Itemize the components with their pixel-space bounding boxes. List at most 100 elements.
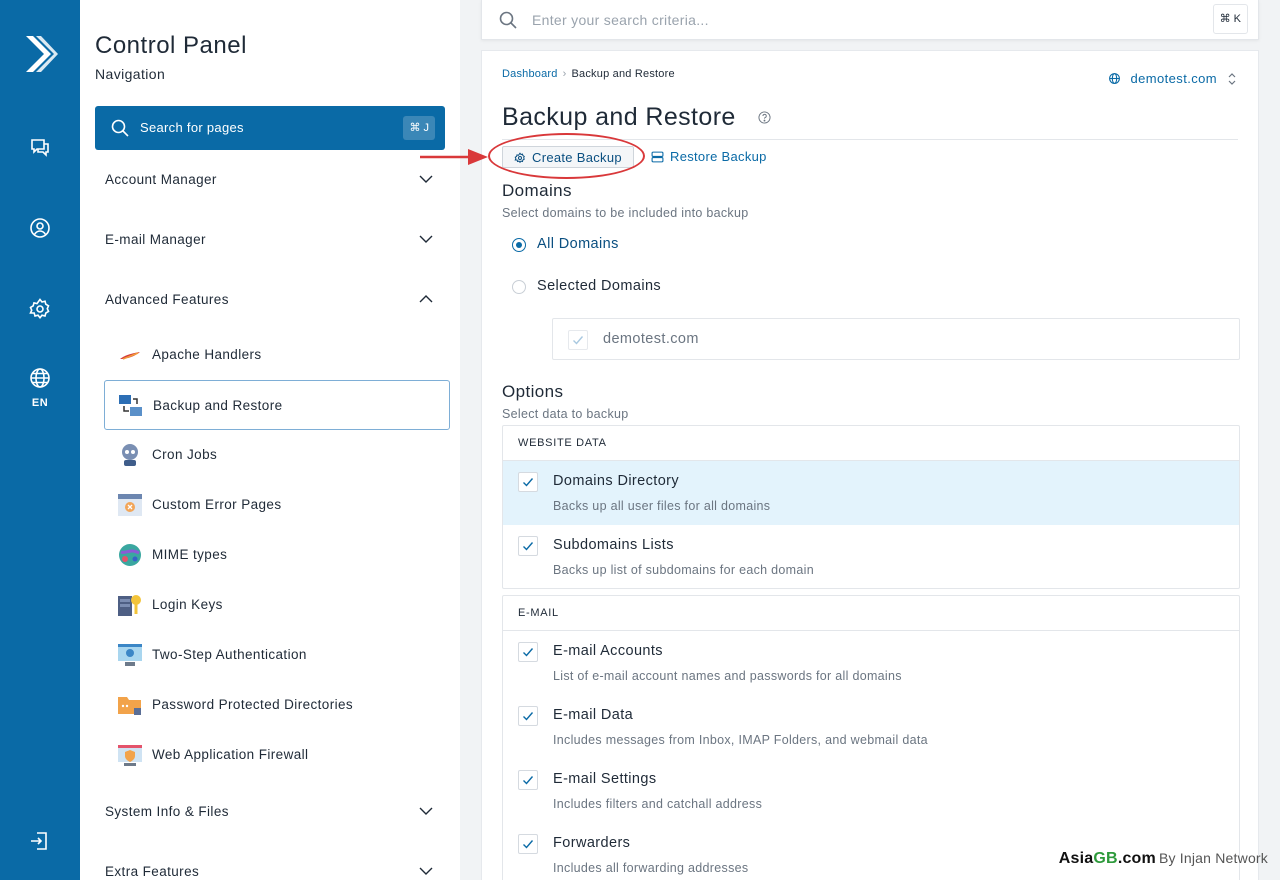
annotation-arrow	[420, 149, 488, 165]
backup-icon	[119, 395, 142, 416]
domain-selector[interactable]: demotest.com	[1108, 71, 1237, 86]
nav-title: Control Panel	[95, 32, 247, 59]
nav-item-login-keys[interactable]: Login Keys	[104, 580, 450, 630]
nav-item-label: Cron Jobs	[152, 447, 218, 462]
check-icon	[523, 712, 534, 721]
option-checkbox[interactable]	[518, 834, 538, 854]
gear-icon[interactable]	[28, 297, 52, 321]
key-icon	[118, 595, 141, 616]
option-checkbox[interactable]	[518, 472, 538, 492]
breadcrumb-dashboard-link[interactable]: Dashboard	[502, 68, 558, 80]
nav-item-web-application-firewall[interactable]: Web Application Firewall	[104, 730, 450, 780]
watermark: AsiaGB.com By Injan Network	[1059, 850, 1268, 868]
nav-item-password-protected-directories[interactable]: Password Protected Directories	[104, 680, 450, 730]
check-icon	[523, 478, 534, 487]
domain-label: demotest.com	[603, 331, 699, 347]
option-description: Includes all forwarding addresses	[553, 861, 749, 875]
nav-item-cron-jobs[interactable]: Cron Jobs	[104, 430, 450, 480]
two-step-icon	[118, 644, 142, 666]
radio-selected-domains-label[interactable]: Selected Domains	[537, 278, 661, 294]
server-icon	[651, 151, 664, 163]
option-email-accounts[interactable]: E-mail Accounts List of e-mail account n…	[503, 631, 1239, 695]
tab-restore-backup-label: Restore Backup	[670, 149, 767, 164]
icon-rail: EN	[0, 0, 80, 880]
check-icon	[523, 648, 534, 657]
section-advanced-features[interactable]: Advanced Features	[105, 292, 435, 307]
logo-icon[interactable]	[22, 34, 58, 74]
feather-icon	[120, 352, 140, 360]
nav-item-label: Login Keys	[152, 597, 223, 612]
option-title: Forwarders	[553, 835, 631, 851]
radio-all-domains[interactable]	[512, 238, 526, 252]
option-title: Subdomains Lists	[553, 537, 674, 553]
global-search-input[interactable]: Enter your search criteria... ⌘ K	[481, 0, 1259, 40]
options-heading: Options	[502, 382, 564, 401]
group-title: WEBSITE DATA	[518, 437, 607, 449]
nav-item-apache-handlers[interactable]: Apache Handlers	[104, 330, 450, 380]
option-email-data[interactable]: E-mail Data Includes messages from Inbox…	[503, 695, 1239, 759]
nav-item-label: Custom Error Pages	[152, 497, 282, 512]
option-title: Domains Directory	[553, 473, 680, 489]
domain-selector-value: demotest.com	[1130, 71, 1217, 86]
language-label[interactable]: EN	[0, 397, 80, 409]
help-icon[interactable]	[758, 111, 771, 124]
check-icon	[523, 542, 534, 551]
option-domains-directory[interactable]: Domains Directory Backs up all user file…	[503, 461, 1239, 525]
option-checkbox[interactable]	[518, 770, 538, 790]
nav-item-label: Backup and Restore	[153, 398, 283, 413]
main-card: Dashboard › Backup and Restore demotest.co…	[481, 50, 1259, 880]
section-label: System Info & Files	[105, 804, 229, 819]
breadcrumb: Dashboard › Backup and Restore	[502, 68, 675, 80]
chevron-down-icon	[419, 807, 433, 815]
nav-subtitle: Navigation	[95, 66, 166, 82]
tab-create-backup[interactable]: Create Backup	[502, 146, 634, 168]
options-subheading: Select data to backup	[502, 407, 629, 421]
option-description: List of e-mail account names and passwor…	[553, 669, 902, 683]
chevron-down-icon	[419, 175, 433, 183]
nav-item-label: MIME types	[152, 547, 228, 562]
tab-restore-backup[interactable]: Restore Backup	[651, 146, 767, 168]
radio-selected-domains[interactable]	[512, 280, 526, 294]
option-title: E-mail Data	[553, 707, 634, 723]
website-data-group: WEBSITE DATA Domains Directory Backs up …	[502, 425, 1240, 589]
domains-heading: Domains	[502, 181, 572, 200]
section-email-manager[interactable]: E-mail Manager	[105, 232, 435, 247]
section-label: Advanced Features	[105, 292, 229, 307]
check-icon	[523, 840, 534, 849]
chevron-updown-icon	[1228, 73, 1236, 85]
option-description: Backs up list of subdomains for each dom…	[553, 563, 814, 577]
nav-item-mime-types[interactable]: MIME types	[104, 530, 450, 580]
option-checkbox[interactable]	[518, 642, 538, 662]
option-checkbox[interactable]	[518, 536, 538, 556]
page-search-placeholder: Search for pages	[140, 120, 244, 135]
option-email-settings[interactable]: E-mail Settings Includes filters and cat…	[503, 759, 1239, 823]
domain-checkbox	[568, 330, 588, 350]
user-circle-icon[interactable]	[28, 216, 52, 240]
title-divider	[502, 139, 1238, 140]
option-description: Includes filters and catchall address	[553, 797, 763, 811]
option-description: Backs up all user files for all domains	[553, 499, 771, 513]
nav-item-label: Password Protected Directories	[152, 697, 354, 712]
nav-item-custom-error-pages[interactable]: Custom Error Pages	[104, 480, 450, 530]
chat-icon[interactable]	[28, 135, 52, 159]
group-title: E-MAIL	[518, 607, 559, 619]
section-account-manager[interactable]: Account Manager	[105, 172, 435, 187]
global-search-placeholder: Enter your search criteria...	[532, 12, 709, 28]
logout-icon[interactable]	[28, 829, 52, 853]
section-system-info-files[interactable]: System Info & Files	[105, 804, 435, 819]
check-icon	[523, 776, 534, 785]
option-checkbox[interactable]	[518, 706, 538, 726]
chevron-down-icon	[419, 867, 433, 875]
watermark-brand-b: GB	[1093, 850, 1118, 867]
nav-item-two-step-authentication[interactable]: Two-Step Authentication	[104, 630, 450, 680]
section-extra-features[interactable]: Extra Features	[105, 864, 435, 879]
radio-all-domains-label[interactable]: All Domains	[537, 236, 619, 252]
nav-item-backup-and-restore[interactable]: Backup and Restore	[104, 380, 450, 430]
mime-globe-icon	[119, 544, 141, 566]
option-subdomains-lists[interactable]: Subdomains Lists Backs up list of subdom…	[503, 525, 1239, 589]
page-search-input[interactable]: Search for pages ⌘ J	[95, 106, 445, 150]
shortcut-badge: ⌘ J	[403, 116, 435, 140]
breadcrumb-current: Backup and Restore	[571, 68, 675, 80]
globe-icon[interactable]	[28, 366, 52, 390]
search-icon	[499, 11, 517, 29]
